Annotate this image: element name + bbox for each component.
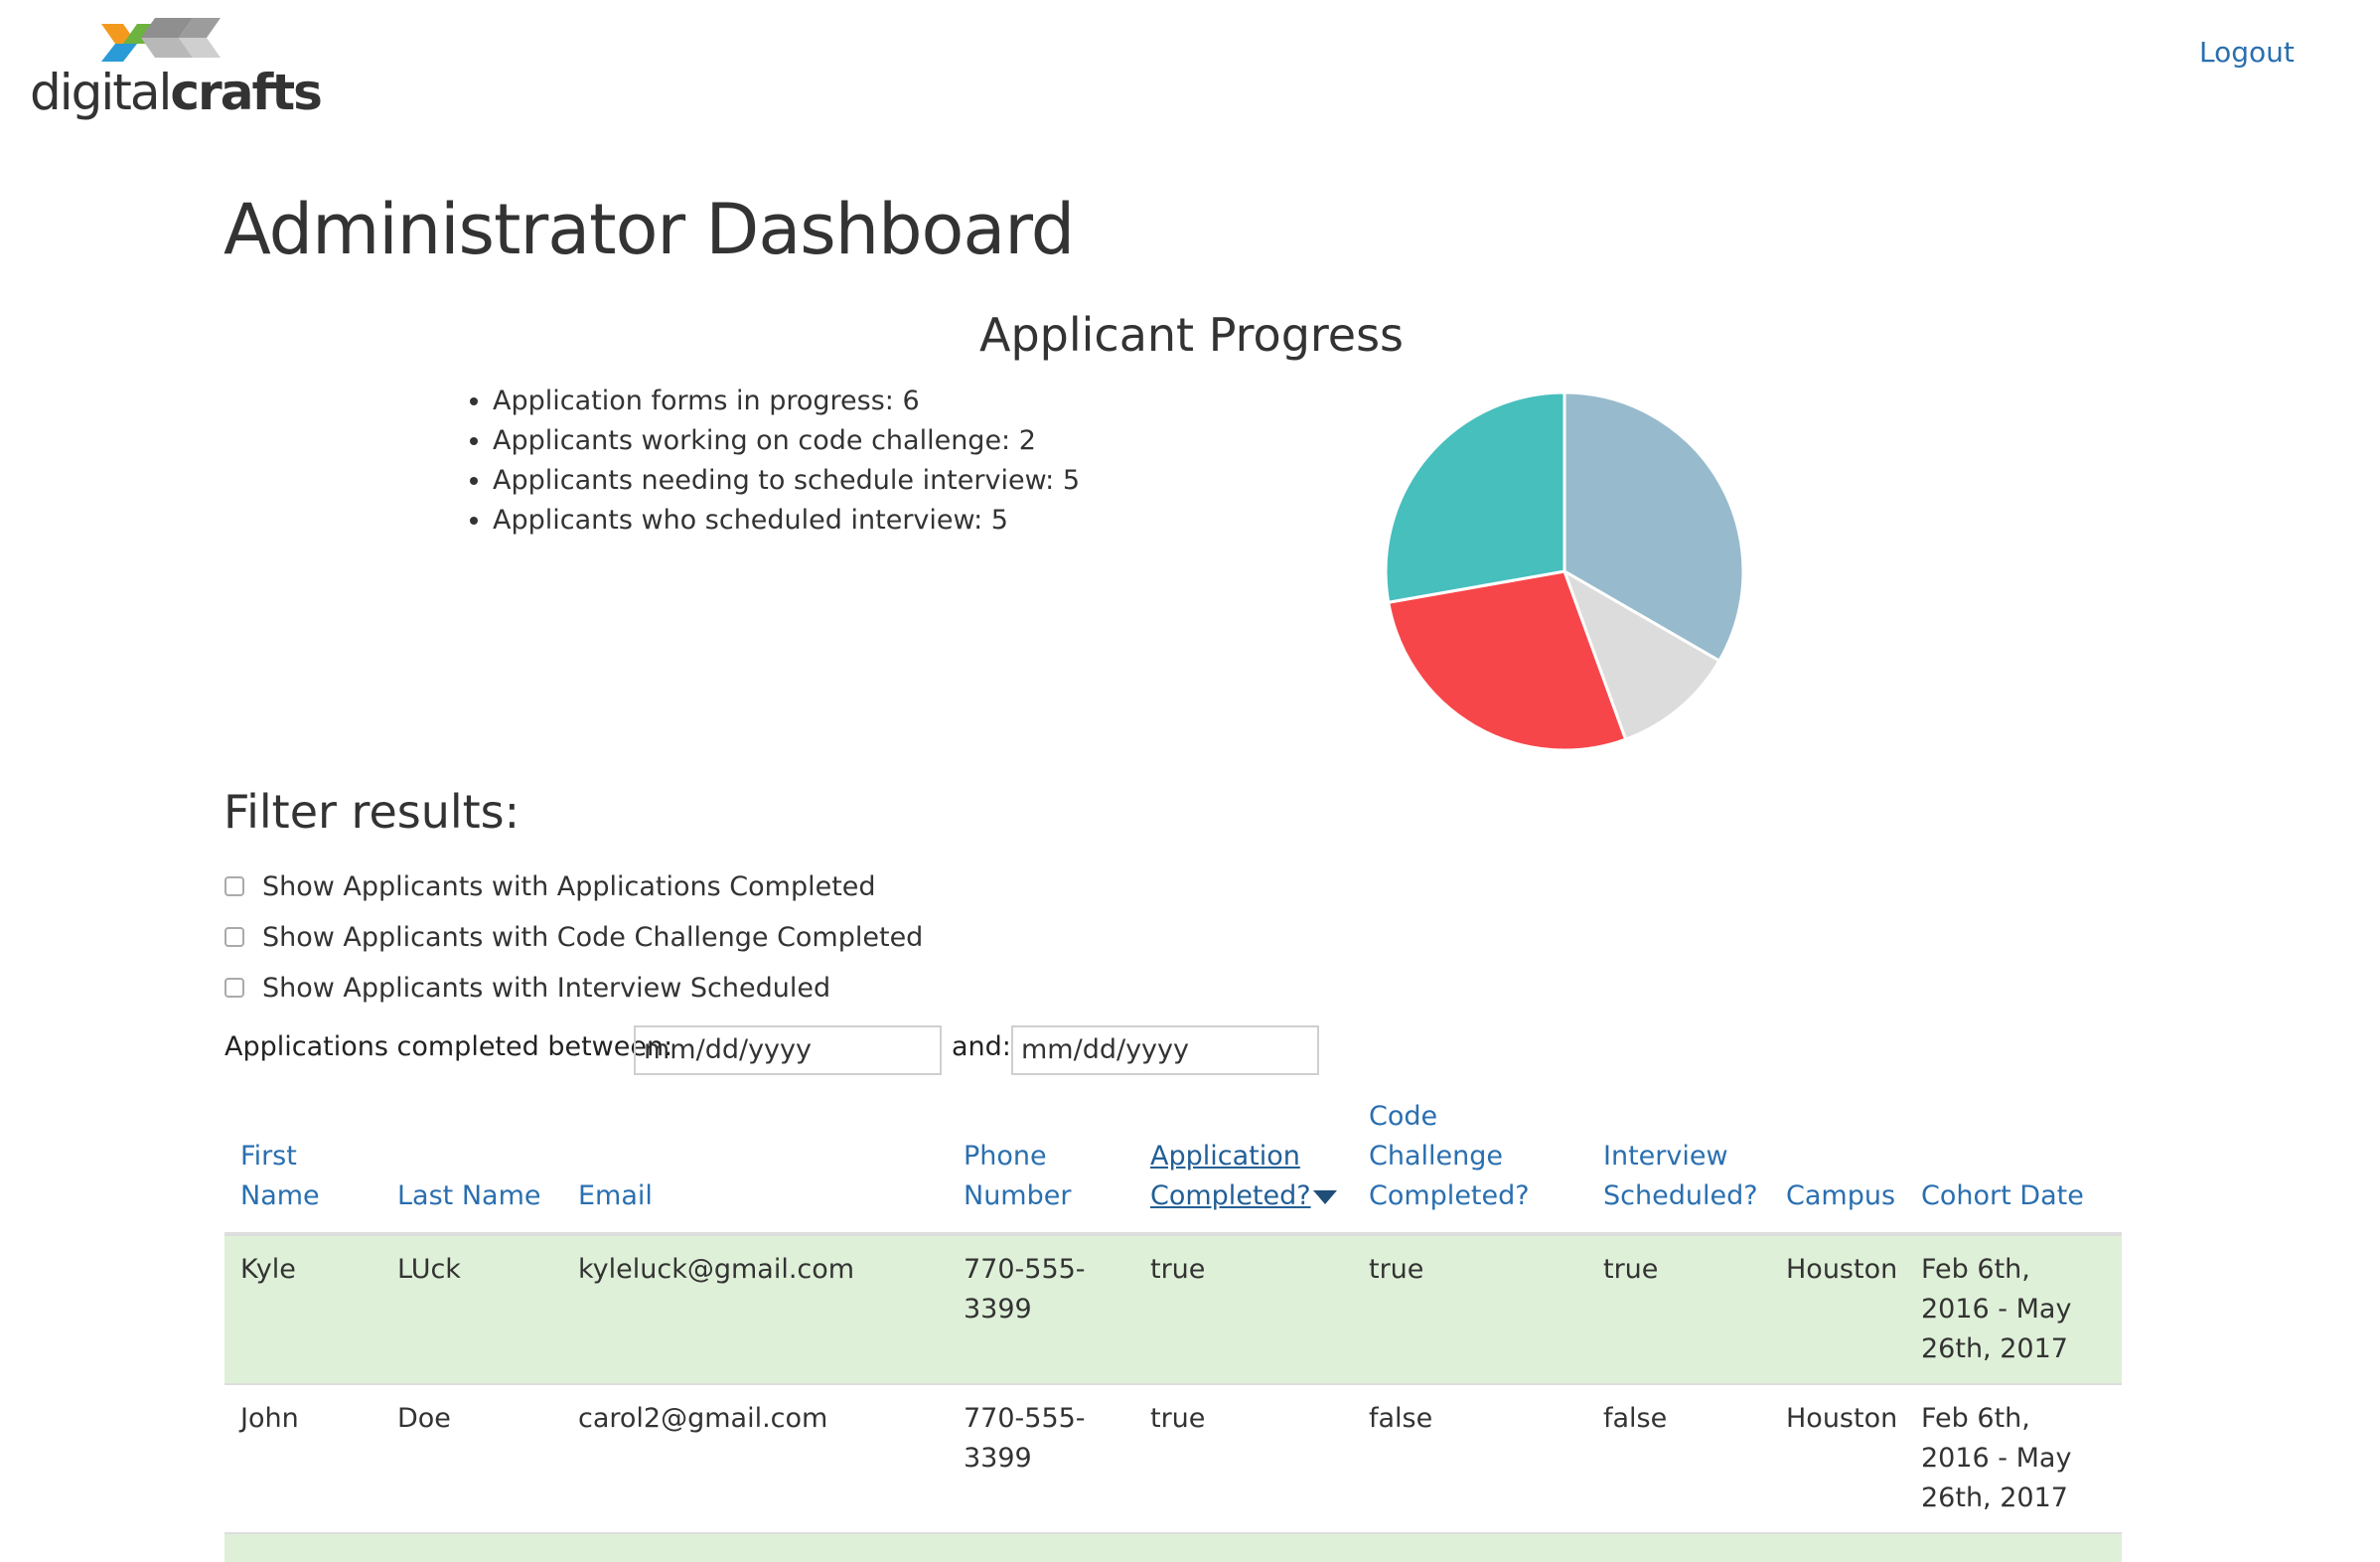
filter-code-challenge-completed[interactable]: Show Applicants with Code Challenge Comp… [224, 917, 923, 957]
cell-code-challenge: false [1353, 1383, 1587, 1533]
cell-empty [1353, 1532, 1587, 1562]
cell-interview-scheduled: true [1587, 1233, 1770, 1384]
cell-application-completed: true [1134, 1383, 1353, 1533]
cell-empty [562, 1532, 948, 1562]
col-header-code-challenge[interactable]: Code Challenge Completed? [1353, 1083, 1587, 1236]
pie-slice-3 [1384, 390, 1566, 604]
cell-empty [1587, 1532, 1770, 1562]
col-header-application-completed[interactable]: Application Completed? [1134, 1083, 1353, 1236]
table-row-partial[interactable] [224, 1532, 2122, 1562]
stat-forms-in-progress: Application forms in progress: 6 [493, 382, 1080, 421]
checkbox-interview-scheduled[interactable] [224, 978, 244, 998]
digitalcrafts-logo[interactable]: digitalcrafts [30, 14, 323, 123]
cell-cohort-date: Feb 6th, 2016 - May 26th, 2017 [1905, 1233, 2122, 1384]
cell-empty [1905, 1532, 2122, 1562]
page-title: Administrator Dashboard [223, 189, 1075, 270]
cell-first-name: John [224, 1383, 381, 1533]
col-header-cohort-date[interactable]: Cohort Date [1905, 1083, 2122, 1236]
cell-campus: Houston [1770, 1233, 1905, 1384]
filter-applications-completed[interactable]: Show Applicants with Applications Comple… [224, 866, 876, 906]
checkbox-code-challenge-completed[interactable] [224, 927, 244, 947]
logo-wordmark: digitalcrafts [30, 64, 323, 121]
cell-phone: 770-555-3399 [948, 1233, 1134, 1384]
cell-phone: 770-555-3399 [948, 1383, 1134, 1533]
filter-label: Show Applicants with Applications Comple… [262, 870, 876, 902]
date-range-label: Applications completed between: [224, 1031, 673, 1062]
filter-label: Show Applicants with Interview Scheduled [262, 972, 831, 1004]
stat-code-challenge: Applicants working on code challenge: 2 [493, 421, 1080, 461]
cell-cohort-date: Feb 6th, 2016 - May 26th, 2017 [1905, 1383, 2122, 1533]
table-row[interactable]: Kyle LUck kyleluck@gmail.com 770-555-339… [224, 1233, 2122, 1384]
cell-email: kyleluck@gmail.com [562, 1233, 948, 1384]
filter-label: Show Applicants with Code Challenge Comp… [262, 921, 924, 953]
stat-scheduled-interview: Applicants who scheduled interview: 5 [493, 501, 1080, 541]
cell-first-name: Kyle [224, 1233, 381, 1384]
progress-stats-list: Application forms in progress: 6 Applica… [463, 382, 1080, 541]
table-header-row: First Name Last Name Email Phone Number … [224, 1083, 2122, 1236]
col-header-campus[interactable]: Campus [1770, 1083, 1905, 1236]
filter-interview-scheduled[interactable]: Show Applicants with Interview Scheduled [224, 968, 830, 1008]
logout-link[interactable]: Logout [2199, 36, 2295, 69]
stat-needing-schedule: Applicants needing to schedule interview… [493, 461, 1080, 501]
cell-empty [224, 1532, 381, 1562]
col-header-interview-scheduled[interactable]: Interview Scheduled? [1587, 1083, 1770, 1236]
cell-last-name: Doe [381, 1383, 562, 1533]
col-header-last-name[interactable]: Last Name [381, 1083, 562, 1236]
col-header-first-name[interactable]: First Name [224, 1083, 381, 1236]
cell-last-name: LUck [381, 1233, 562, 1384]
applicant-progress-pie-chart [1384, 390, 1745, 752]
cell-empty [948, 1532, 1134, 1562]
sort-descending-icon [1312, 1189, 1337, 1204]
col-header-email[interactable]: Email [562, 1083, 948, 1236]
applicants-table: First Name Last Name Email Phone Number … [224, 1083, 2122, 1562]
cell-empty [381, 1532, 562, 1562]
checkbox-applications-completed[interactable] [224, 876, 244, 896]
start-date-input[interactable]: mm/dd/yyyy [634, 1025, 942, 1075]
cell-application-completed: true [1134, 1233, 1353, 1384]
applicant-progress-title: Applicant Progress [979, 308, 1405, 362]
cell-interview-scheduled: false [1587, 1383, 1770, 1533]
end-date-input[interactable]: mm/dd/yyyy [1011, 1025, 1319, 1075]
cell-email: carol2@gmail.com [562, 1383, 948, 1533]
table-row[interactable]: John Doe carol2@gmail.com 770-555-3399 t… [224, 1383, 2122, 1533]
cell-empty [1134, 1532, 1353, 1562]
sort-label: Application Completed? [1150, 1141, 1311, 1211]
cell-code-challenge: true [1353, 1233, 1587, 1384]
col-header-phone[interactable]: Phone Number [948, 1083, 1134, 1236]
filter-results-title: Filter results: [223, 785, 521, 839]
logo-mark-icon [101, 18, 221, 62]
cell-empty [1770, 1532, 1905, 1562]
date-range-and-label: and: [952, 1031, 1011, 1062]
cell-campus: Houston [1770, 1383, 1905, 1533]
